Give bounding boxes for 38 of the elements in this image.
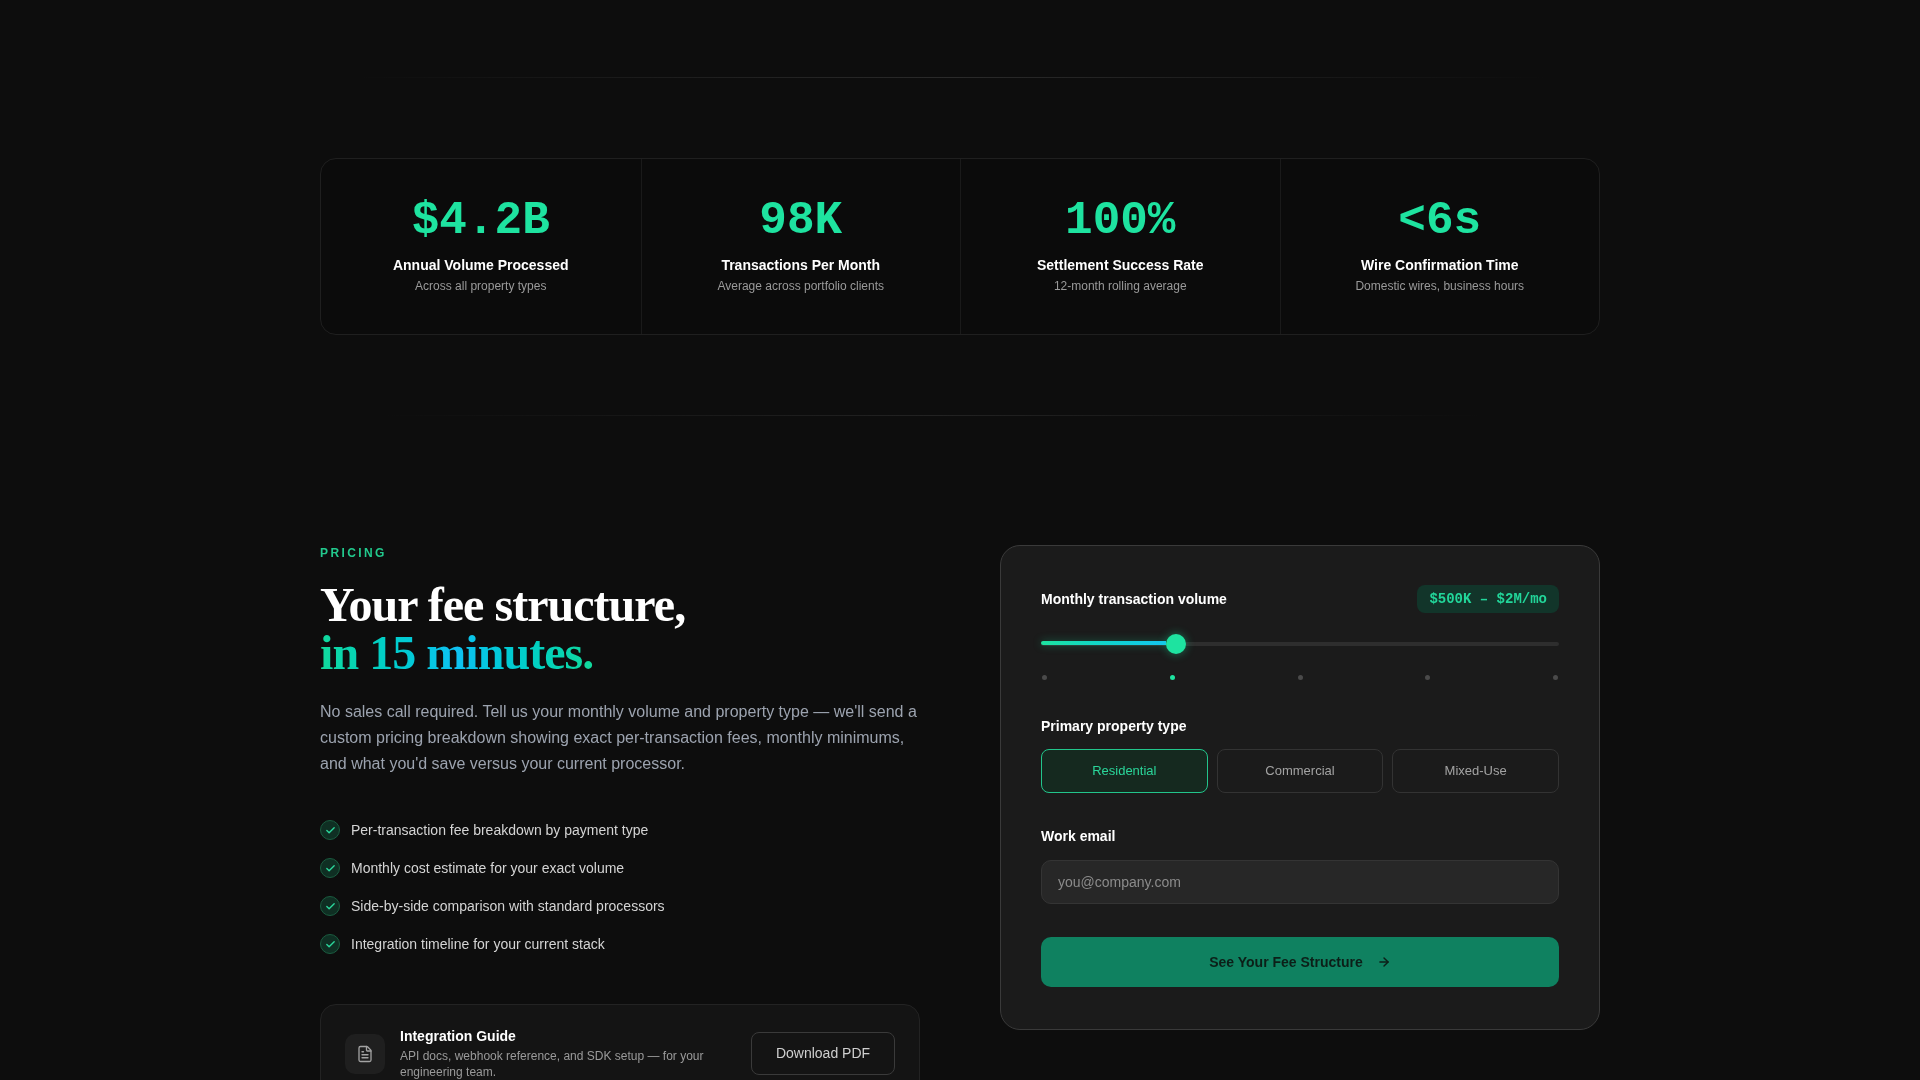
feature-text: Monthly cost estimate for your exact volume — [351, 859, 625, 878]
submit-button[interactable]: See Your Fee Structure — [1041, 937, 1559, 987]
check-icon — [320, 858, 340, 878]
stat-note: Average across portfolio clients — [717, 278, 884, 294]
field-label: Primary property type — [1041, 717, 1187, 736]
volume-reading: $500K – $2M/mo — [1417, 585, 1559, 613]
arrow-right-icon — [1376, 955, 1391, 969]
stat-note: Domestic wires, business hours — [1355, 278, 1525, 294]
document-icon — [345, 1033, 385, 1074]
download-button[interactable]: Download PDF — [751, 1032, 895, 1075]
guide-title: Integration Guide — [400, 1027, 517, 1045]
feature-text: Integration timeline for your current stack — [351, 935, 605, 954]
stat-value: 100% — [1065, 195, 1176, 248]
stat-label: Settlement Success Rate — [1037, 256, 1204, 275]
property-type-option[interactable]: Residential — [1041, 749, 1208, 793]
check-icon — [320, 896, 340, 916]
stat-label: Wire Confirmation Time — [1361, 256, 1519, 275]
stat-value: <6s — [1398, 195, 1482, 248]
guide-description: API docs, webhook reference, and SDK setup — for your engineering team. — [400, 1048, 705, 1080]
stat-note: Across all property types — [415, 278, 547, 294]
section-description: No sales call required. Tell us your monthly volume and property type — we'll send a custom pricing breakdown showing exact per-transaction fees, monthly minimums, and what you'd save versus your current processor. — [320, 702, 918, 774]
feature-text: Side-by-side comparison with standard processors — [351, 897, 665, 916]
stat-value: 98K — [759, 195, 843, 248]
stat-value: $4.2B — [411, 195, 550, 248]
field-label: Work email — [1041, 827, 1116, 846]
stat-note: 12-month rolling average — [1053, 278, 1187, 294]
email-input[interactable]: you@company.com — [1041, 860, 1559, 904]
stat-label: Annual Volume Processed — [392, 256, 569, 275]
property-type-option[interactable]: Commercial — [1216, 749, 1384, 793]
property-type-option[interactable]: Mixed-Use — [1392, 749, 1559, 793]
section-eyebrow: PRICING — [320, 546, 387, 560]
check-icon — [320, 820, 340, 840]
field-label: Monthly transaction volume — [1041, 590, 1227, 609]
check-icon — [320, 934, 340, 954]
section-heading: Your fee structure, in 15 minutes. — [320, 581, 686, 677]
stat-label: Transactions Per Month — [721, 256, 881, 275]
feature-text: Per-transaction fee breakdown by payment type — [351, 821, 649, 840]
slider-thumb[interactable] — [1165, 634, 1186, 654]
